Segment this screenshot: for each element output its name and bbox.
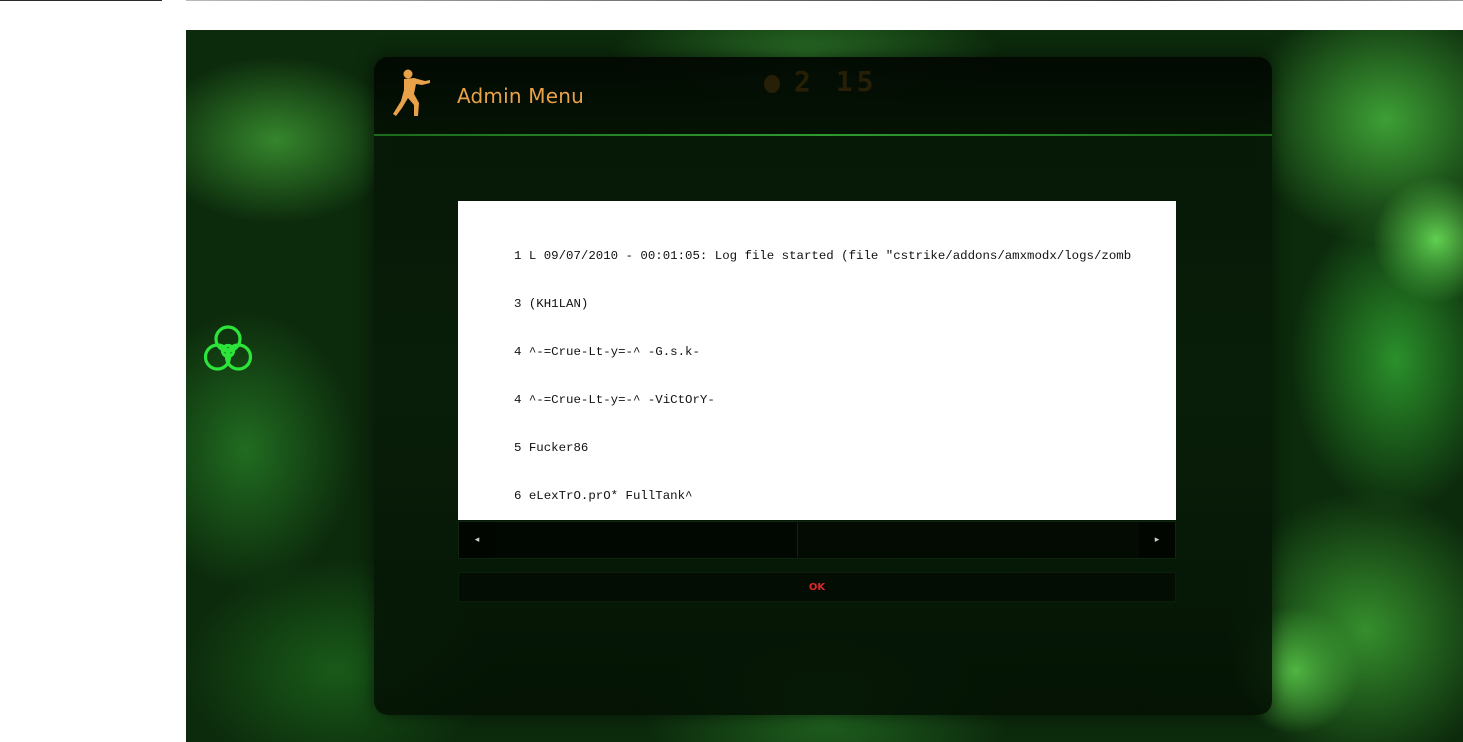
scrollbar-thumb[interactable] (495, 523, 798, 557)
header-divider (374, 134, 1272, 136)
dialog-header: Admin Menu 2 15 (374, 57, 1272, 135)
counter-strike-logo-icon (393, 69, 430, 116)
window-top-strip-right (186, 0, 1463, 1)
stopwatch-icon (764, 75, 780, 93)
log-line: 6 eLexTrO.prO* FullTank^ (514, 489, 693, 503)
admin-menu-dialog: Admin Menu 2 15 1 L 09/07/2010 - 00:01:0… (374, 57, 1272, 715)
hud-round-timer: 2 15 (764, 65, 877, 99)
ok-button[interactable]: OK (458, 572, 1176, 602)
log-line: 4 ^-=Crue-Lt-y=-^ -G.s.k- (514, 345, 700, 359)
scroll-right-arrow-icon[interactable]: ▸ (1139, 522, 1175, 558)
log-line: 3 (KH1LAN) (514, 297, 589, 311)
biohazard-icon (203, 325, 253, 371)
dialog-title: Admin Menu (457, 84, 585, 108)
log-line: 5 Fucker86 (514, 441, 589, 455)
log-lines: 1 L 09/07/2010 - 00:01:05: Log file star… (514, 216, 1131, 520)
game-viewport: Admin Menu 2 15 1 L 09/07/2010 - 00:01:0… (186, 30, 1463, 742)
window-top-strip-left (0, 0, 162, 1)
log-line: 1 L 09/07/2010 - 00:01:05: Log file star… (514, 249, 1132, 263)
log-text-area[interactable]: 1 L 09/07/2010 - 00:01:05: Log file star… (458, 201, 1176, 520)
horizontal-scrollbar[interactable]: ◂ ▸ (458, 521, 1176, 559)
hud-timer-value: 2 15 (794, 65, 878, 98)
scroll-left-arrow-icon[interactable]: ◂ (459, 522, 495, 558)
log-line: 4 ^-=Crue-Lt-y=-^ -ViCtOrY- (514, 393, 715, 407)
